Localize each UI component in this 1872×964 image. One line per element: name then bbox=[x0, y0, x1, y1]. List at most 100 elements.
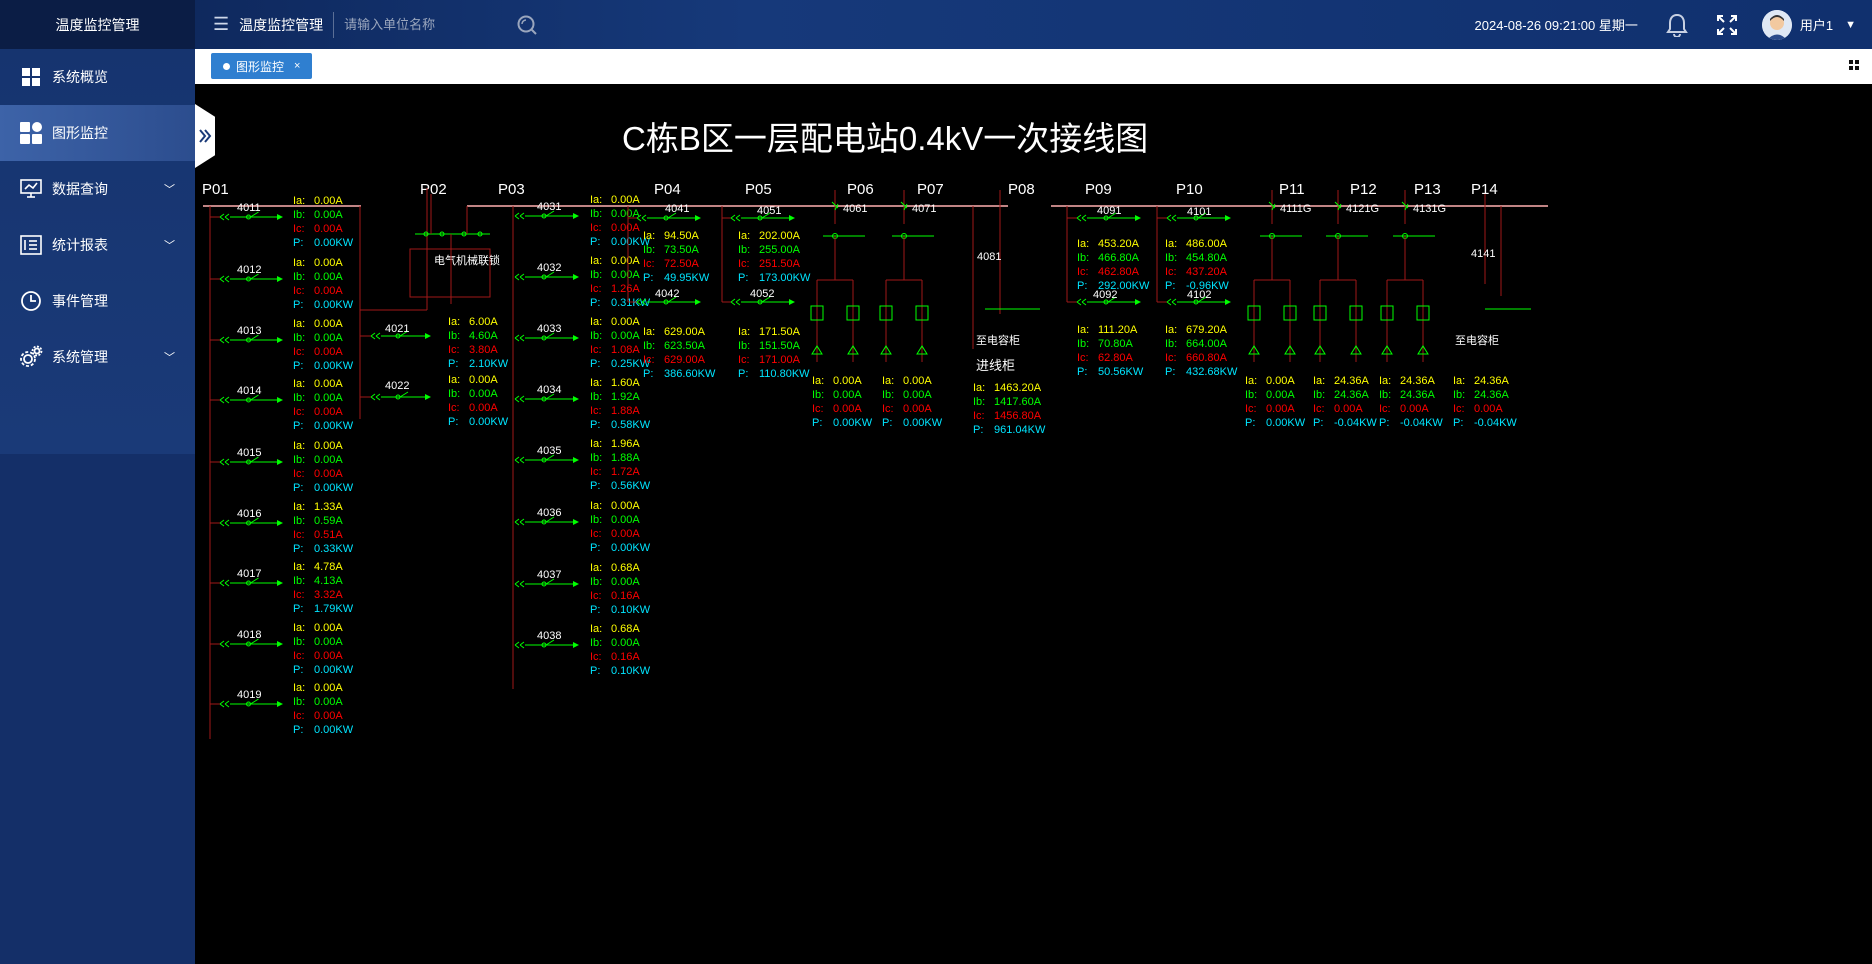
readout-value-ic: 629.00A bbox=[664, 354, 706, 366]
sidebar-item-reports[interactable]: 统计报表 ﹀ bbox=[0, 217, 195, 273]
sidebar-item-graphic-monitor[interactable]: 图形监控 bbox=[0, 105, 195, 161]
readout-label: P: bbox=[293, 724, 303, 736]
arrow-mark bbox=[514, 334, 525, 342]
readout-value-ia: 0.00A bbox=[314, 682, 343, 694]
readout-label: Ia: bbox=[293, 318, 305, 330]
readout-value-ib: 0.59A bbox=[314, 515, 343, 527]
readout-value-ic: 72.50A bbox=[664, 258, 700, 270]
readout-value-ic: 0.00A bbox=[314, 346, 343, 358]
readout-label: Ib: bbox=[643, 340, 655, 352]
readout-value-ib: 623.50A bbox=[664, 340, 706, 352]
avatar[interactable] bbox=[1761, 9, 1792, 40]
sidebar-item-data-query[interactable]: 数据查询 ﹀ bbox=[0, 161, 195, 217]
search-input[interactable] bbox=[342, 11, 507, 38]
feeder-id-4042: 4042 bbox=[655, 288, 679, 300]
top-bar: 温度监控管理 ☰ 温度监控管理 2024-08-26 09:21:00 星期一 … bbox=[0, 0, 1872, 49]
readout-label: Ic: bbox=[1313, 403, 1325, 415]
user-name[interactable]: 用户1 bbox=[1800, 15, 1833, 34]
search-icon[interactable] bbox=[514, 12, 540, 38]
readout-label: P: bbox=[448, 358, 458, 370]
arrow-head bbox=[695, 215, 701, 221]
arrow-head bbox=[1135, 215, 1141, 221]
panel-label-p11: P11 bbox=[1279, 181, 1305, 198]
readout-label: P: bbox=[1245, 417, 1255, 429]
readout-value-ic: 0.00A bbox=[611, 528, 640, 540]
readout-label: Ia: bbox=[590, 194, 602, 206]
readout-value-ib: 0.00A bbox=[1266, 389, 1295, 401]
readout-label: Ic: bbox=[1165, 352, 1177, 364]
arrow-head bbox=[277, 337, 283, 343]
readout-value-ib: 0.00A bbox=[314, 271, 343, 283]
readout-label: Ic: bbox=[293, 285, 305, 297]
readout-label: Ia: bbox=[1165, 238, 1177, 250]
feeder-id-4031: 4031 bbox=[537, 201, 561, 213]
readout-label: Ib: bbox=[1379, 389, 1391, 401]
sidebar-item-overview[interactable]: 系统概览 bbox=[0, 49, 195, 105]
readout-value-ib: 0.00A bbox=[314, 209, 343, 221]
readout-label: Ib: bbox=[293, 636, 305, 648]
bell-icon[interactable] bbox=[1662, 10, 1692, 40]
readout-label: Ic: bbox=[448, 344, 460, 356]
feeder-id-4051: 4051 bbox=[757, 205, 781, 217]
readout-value-ia: 0.00A bbox=[833, 375, 862, 387]
header-divider bbox=[333, 11, 335, 38]
readout-value-ia: 0.00A bbox=[611, 316, 640, 328]
readout-label: Ic: bbox=[643, 354, 655, 366]
sidebar-item-events[interactable]: 事件管理 bbox=[0, 273, 195, 329]
close-icon[interactable]: × bbox=[294, 60, 300, 72]
readout-label: P: bbox=[293, 482, 303, 494]
readout-value-ic: 3.32A bbox=[314, 589, 343, 601]
readout-label: Ib: bbox=[1453, 389, 1465, 401]
readout-label: Ic: bbox=[882, 403, 894, 415]
capacitor-label: 至电容柜 bbox=[976, 333, 1020, 347]
panel-label-p12: P12 bbox=[1350, 181, 1377, 198]
arrow-mark bbox=[219, 700, 230, 708]
readout-value-ib: 0.00A bbox=[469, 388, 498, 400]
readout-value-p: 0.10KW bbox=[611, 665, 651, 677]
readout-value-ia: 4.78A bbox=[314, 561, 343, 573]
chevron-down-icon[interactable]: ▼ bbox=[1845, 19, 1856, 31]
readout-value-ib: 0.00A bbox=[903, 389, 932, 401]
readout-label: Ic: bbox=[293, 589, 305, 601]
chevron-down-icon: ﹀ bbox=[164, 240, 175, 252]
readout-label: Ib: bbox=[448, 388, 460, 400]
readout-value-ib: 0.00A bbox=[314, 636, 343, 648]
readout-value-ia: 0.00A bbox=[314, 378, 343, 390]
clock-icon bbox=[18, 288, 44, 314]
readout-label: Ib: bbox=[293, 209, 305, 221]
readout-value-p: 0.33KW bbox=[314, 543, 354, 555]
arrow-head bbox=[573, 581, 579, 587]
arrow-head bbox=[573, 335, 579, 341]
readout-label: Ia: bbox=[590, 255, 602, 267]
readout-label: Ib: bbox=[1077, 338, 1089, 350]
readout-value-ia: 24.36A bbox=[1474, 375, 1510, 387]
readout-value-p: 0.00KW bbox=[314, 724, 354, 736]
readout-value-ic: 251.50A bbox=[759, 258, 801, 270]
readout-value-ia: 94.50A bbox=[664, 230, 700, 242]
feeder-id-4032: 4032 bbox=[537, 262, 561, 274]
readout-label: Ic: bbox=[1453, 403, 1465, 415]
readout-label: Ic: bbox=[812, 403, 824, 415]
readout-label: Ic: bbox=[293, 223, 305, 235]
readout-label: Ic: bbox=[590, 405, 602, 417]
readout-value-ic: 0.00A bbox=[314, 406, 343, 418]
tab-label: 图形监控 bbox=[236, 59, 285, 74]
grid-menu-icon[interactable] bbox=[1846, 57, 1862, 73]
readout-value-ib: 4.60A bbox=[469, 330, 498, 342]
readout-value-p: 0.00KW bbox=[469, 416, 509, 428]
readout-value-ia: 6.00A bbox=[469, 316, 498, 328]
menu-fold-icon[interactable]: ☰ bbox=[213, 14, 229, 35]
panel-label-p01: P01 bbox=[202, 181, 229, 198]
arrow-mark bbox=[1166, 214, 1177, 222]
readout-label: Ib: bbox=[293, 696, 305, 708]
sidebar-item-label: 统计报表 bbox=[52, 237, 108, 253]
feeder-id-4036: 4036 bbox=[537, 507, 561, 519]
readout-value-ic: 437.20A bbox=[1186, 266, 1228, 278]
readout-value-ic: 62.80A bbox=[1098, 352, 1134, 364]
readout-value-ia: 111.20A bbox=[1098, 324, 1138, 336]
sidebar-item-system[interactable]: 系统管理 ﹀ bbox=[0, 329, 195, 385]
fullscreen-icon[interactable] bbox=[1712, 10, 1742, 40]
tab-bar: 图形监控 × bbox=[195, 49, 1872, 84]
arrow-mark bbox=[370, 332, 381, 340]
tab-graphic-monitor[interactable]: 图形监控 × bbox=[211, 53, 313, 79]
